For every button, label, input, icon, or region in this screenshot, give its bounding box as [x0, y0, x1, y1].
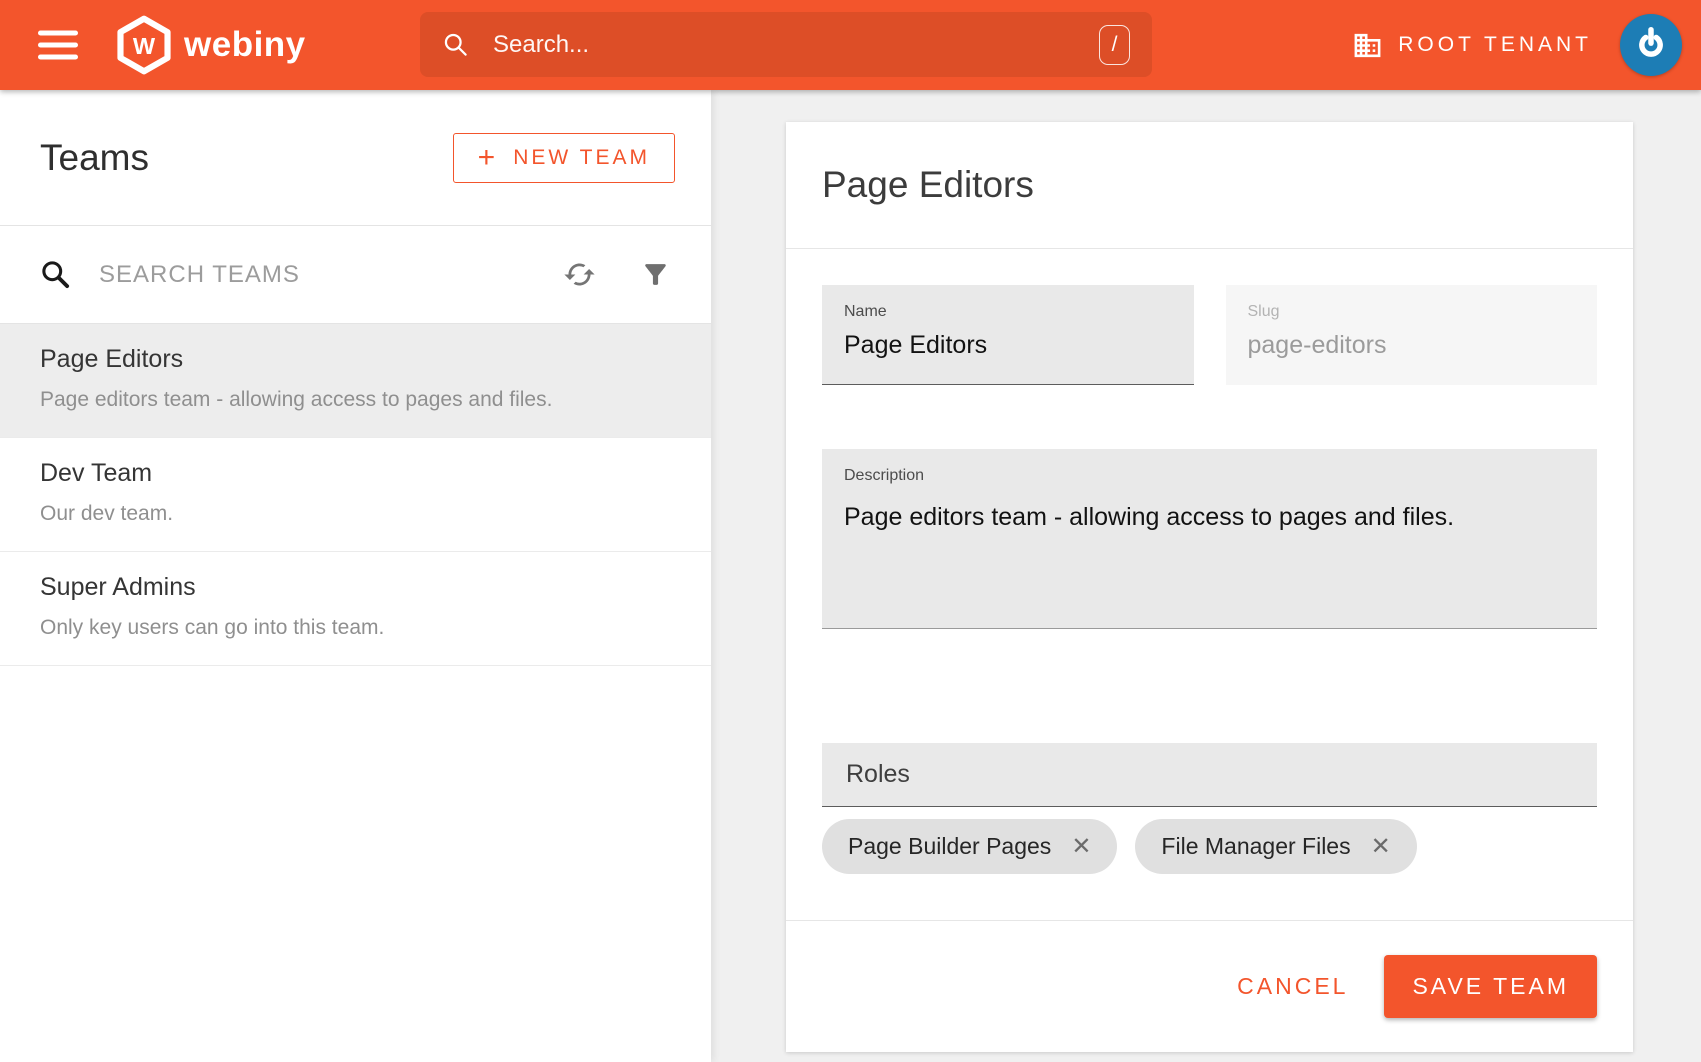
refresh-icon [563, 258, 596, 291]
roles-chips: Page Builder Pages ✕ File Manager Files … [822, 819, 1597, 874]
slug-field: Slug [1226, 285, 1598, 385]
team-form-body: Name Slug Description Page editors team … [786, 249, 1633, 874]
team-detail-panel: Page Editors Name Slug De [711, 90, 1701, 1062]
hamburger-icon [38, 31, 78, 36]
webiny-hexagon-icon: W [116, 15, 172, 75]
main-content: Teams + NEW TEAM [0, 90, 1701, 1062]
global-search[interactable]: / [420, 12, 1152, 77]
team-list-item-page-editors[interactable]: Page Editors Page editors team - allowin… [0, 324, 711, 438]
team-name: Dev Team [40, 459, 671, 488]
tenant-selector[interactable]: ROOT TENANT [1352, 30, 1592, 61]
roles-field[interactable]: Roles [822, 743, 1597, 807]
team-form-card: Page Editors Name Slug De [786, 122, 1633, 1052]
brand-name: webiny [184, 25, 306, 65]
team-name: Page Editors [40, 345, 671, 374]
team-description: Page editors team - allowing access to p… [40, 388, 671, 412]
user-avatar-button[interactable] [1620, 14, 1682, 76]
global-search-input[interactable] [491, 30, 1099, 60]
power-icon [1631, 23, 1671, 67]
roles-label: Roles [846, 760, 910, 789]
description-label: Description [844, 467, 1575, 485]
team-list-item-dev-team[interactable]: Dev Team Our dev team. [0, 438, 711, 552]
cancel-button[interactable]: CANCEL [1231, 963, 1354, 1010]
building-icon [1352, 30, 1383, 61]
team-description: Our dev team. [40, 502, 671, 526]
role-chip-file-manager-files[interactable]: File Manager Files ✕ [1135, 819, 1416, 874]
team-description: Only key users can go into this team. [40, 616, 671, 640]
teams-list-header: Teams + NEW TEAM [0, 90, 711, 226]
webiny-logo[interactable]: W webiny [116, 15, 306, 75]
plus-icon: + [478, 147, 499, 168]
remove-chip-icon[interactable]: ✕ [1071, 832, 1091, 861]
name-field[interactable]: Name [822, 285, 1194, 385]
teams-list-panel: Teams + NEW TEAM [0, 90, 711, 1062]
slug-label: Slug [1248, 303, 1576, 321]
team-list: Page Editors Page editors team - allowin… [0, 324, 711, 666]
description-field[interactable]: Description Page editors team - allowing… [822, 449, 1597, 629]
team-list-item-super-admins[interactable]: Super Admins Only key users can go into … [0, 552, 711, 666]
header-actions: ROOT TENANT [1352, 14, 1682, 76]
app-header: W webiny / ROOT TENANT [0, 0, 1701, 90]
new-team-button-label: NEW TEAM [513, 146, 650, 170]
teams-search-bar [0, 226, 711, 324]
save-team-button[interactable]: SAVE TEAM [1384, 955, 1597, 1018]
new-team-button[interactable]: + NEW TEAM [453, 133, 675, 183]
filter-button[interactable] [640, 259, 671, 290]
search-teams-input[interactable] [97, 260, 563, 290]
page-title: Teams [40, 137, 149, 179]
role-chip-page-builder-pages[interactable]: Page Builder Pages ✕ [822, 819, 1117, 874]
slug-input [1248, 331, 1576, 360]
chip-label: File Manager Files [1161, 833, 1350, 860]
tenant-label: ROOT TENANT [1398, 33, 1592, 57]
app-window: W webiny / ROOT TENANT [0, 0, 1701, 1062]
filter-icon [640, 259, 671, 290]
menu-button[interactable] [32, 25, 84, 66]
search-teams-icon [40, 259, 71, 290]
refresh-button[interactable] [563, 258, 596, 291]
team-name: Super Admins [40, 573, 671, 602]
form-title: Page Editors [822, 164, 1034, 206]
name-input[interactable] [844, 331, 1172, 360]
team-form-footer: CANCEL SAVE TEAM [786, 920, 1633, 1052]
name-label: Name [844, 303, 1172, 321]
chip-label: Page Builder Pages [848, 833, 1051, 860]
description-input[interactable]: Page editors team - allowing access to p… [844, 503, 1575, 605]
search-icon [442, 31, 469, 58]
shortcut-key-badge: / [1099, 25, 1130, 65]
remove-chip-icon[interactable]: ✕ [1371, 832, 1391, 861]
logo-letter: W [133, 33, 156, 59]
team-form-header: Page Editors [786, 122, 1633, 249]
